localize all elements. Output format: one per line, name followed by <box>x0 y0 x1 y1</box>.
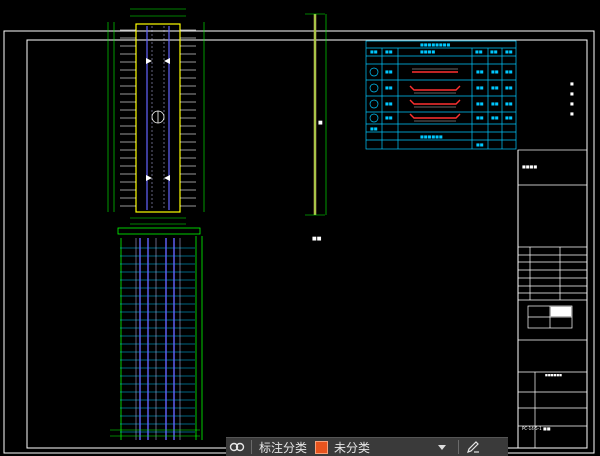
svg-text:■■: ■■ <box>505 49 513 54</box>
svg-text:■■: ■■ <box>385 115 393 120</box>
svg-text:■■■■: ■■■■ <box>522 164 537 169</box>
svg-text:■■: ■■ <box>491 115 499 120</box>
rebar-table <box>365 40 517 150</box>
svg-text:■■■■■■■■: ■■■■■■■■ <box>420 42 450 47</box>
svg-text:■■: ■■ <box>476 85 484 90</box>
annotation-layer-label: 标注分类 <box>259 440 308 455</box>
plan-view-top <box>107 8 205 225</box>
svg-text:■■: ■■ <box>370 126 378 131</box>
svg-text:■: ■ <box>570 81 574 86</box>
rebar-shape-dims <box>412 68 458 122</box>
title-block: ■■■■ ■■■■■■ PC-14-5-1 ■■ <box>517 149 588 449</box>
table-cell-marks: ■■■■■■■■ ■■ ■■ ■■■■ ■■ ■■ ■■ ■■ ■■ ■■ ■■ ■■ ■■ ■■… <box>370 42 513 147</box>
svg-text:■■: ■■ <box>370 49 378 54</box>
annotation-toolbar: 标注分类 未分类 <box>226 437 508 456</box>
svg-text:■■: ■■ <box>385 69 393 74</box>
svg-text:■■■■: ■■■■ <box>420 49 435 54</box>
svg-text:■: ■ <box>570 111 574 116</box>
sheet-frame <box>3 30 595 454</box>
svg-text:■: ■ <box>318 120 323 126</box>
rebar-shapes <box>409 71 461 119</box>
category-dropdown[interactable]: 未分类 <box>315 439 447 455</box>
svg-text:■: ■ <box>570 91 574 96</box>
svg-text:■■: ■■ <box>312 236 322 242</box>
svg-text:■■: ■■ <box>385 49 393 54</box>
svg-text:■■■■■■: ■■■■■■ <box>545 373 562 377</box>
side-section: ■ ■■ <box>305 13 327 242</box>
svg-text:■■: ■■ <box>505 85 513 90</box>
toolbar-divider <box>458 440 460 454</box>
cad-drawing-canvas[interactable]: ■■■■ ■■■■■■ PC-14-5-1 ■■ ■■ ■■ ■■■■■■■■ … <box>0 0 600 455</box>
svg-text:■■: ■■ <box>475 49 483 54</box>
category-value: 未分类 <box>334 440 371 455</box>
svg-text:■■: ■■ <box>490 49 498 54</box>
svg-text:■■: ■■ <box>385 85 393 90</box>
svg-text:■■: ■■ <box>385 101 393 106</box>
svg-text:■■: ■■ <box>476 101 484 106</box>
svg-text:■■: ■■ <box>491 85 499 90</box>
svg-text:■■: ■■ <box>505 115 513 120</box>
link-rings-icon[interactable] <box>226 438 248 456</box>
svg-text:PC-14-5-1 ■■: PC-14-5-1 ■■ <box>522 426 551 431</box>
svg-text:■■■■■■: ■■■■■■ <box>420 134 443 139</box>
vertical-notes: ■ ■ ■ ■ <box>570 81 574 116</box>
category-color-swatch <box>315 440 329 454</box>
svg-text:■■: ■■ <box>491 69 499 74</box>
svg-text:■■: ■■ <box>476 142 484 147</box>
toolbar-divider <box>251 440 252 454</box>
svg-text:■■: ■■ <box>491 101 499 106</box>
edit-pencil-icon[interactable] <box>462 438 484 456</box>
svg-text:■■: ■■ <box>476 115 484 120</box>
lower-elevation <box>110 227 203 440</box>
chevron-down-icon <box>438 444 447 450</box>
svg-text:■■: ■■ <box>505 101 513 106</box>
svg-text:■■: ■■ <box>476 69 484 74</box>
svg-text:■■: ■■ <box>505 69 513 74</box>
svg-text:■: ■ <box>570 101 574 106</box>
